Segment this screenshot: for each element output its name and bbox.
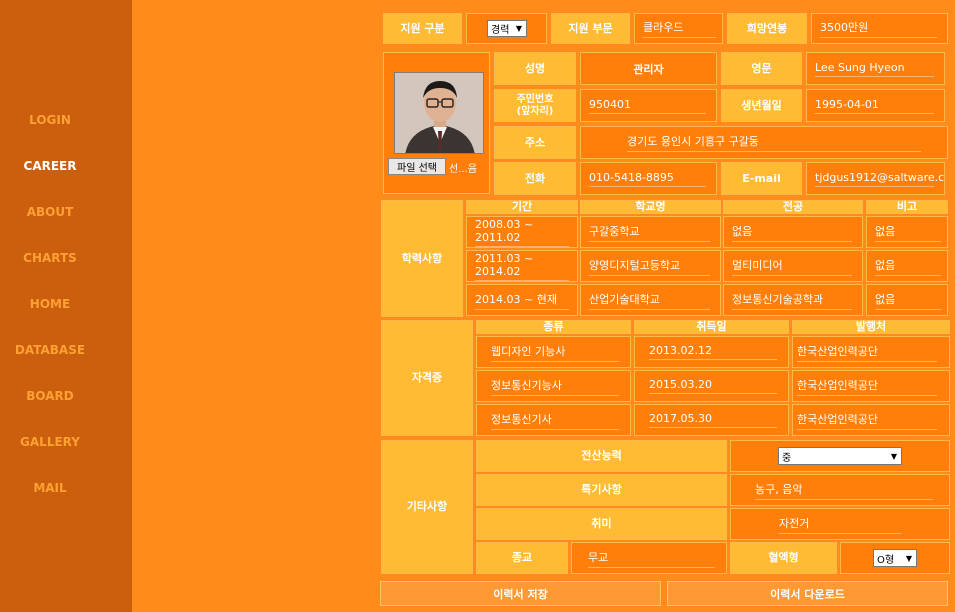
nav-login[interactable]: LOGIN	[0, 113, 100, 127]
edu-row-1-school[interactable]: 구갈중학교	[580, 216, 721, 248]
edu-row-2-note[interactable]: 없음	[866, 250, 948, 282]
phone-field[interactable]: 010-5418-8895	[580, 162, 717, 195]
religion-field[interactable]: 무교	[571, 542, 727, 574]
edu-row-3-major[interactable]: 정보통신기술공학과	[723, 284, 863, 316]
license-row-3-issuer[interactable]: 한국산업인력공단	[792, 404, 950, 436]
dropdown-arrow-icon: ▼	[515, 24, 522, 33]
special-skill-label: 특기사항	[476, 474, 727, 506]
edu-row-2-period[interactable]: 2011.03 ~ 2014.02	[466, 250, 578, 282]
nav-home[interactable]: HOME	[0, 297, 100, 311]
blood-type-label: 혈액형	[730, 542, 837, 574]
person-photo-icon	[395, 73, 483, 153]
special-skill-field[interactable]: 농구, 음악	[730, 474, 950, 506]
dropdown-arrow-icon: ▼	[905, 553, 912, 563]
license-row-1-date[interactable]: 2013.02.12	[634, 336, 789, 368]
etc-section-label: 기타사항	[381, 440, 473, 574]
nav-board[interactable]: BOARD	[0, 389, 100, 403]
apply-type-select[interactable]: 경력 ▼	[487, 20, 527, 37]
apply-dept-field[interactable]: 클라우드	[634, 13, 723, 44]
address-field[interactable]: 경기도 용인시 기흥구 구갈동	[580, 126, 948, 159]
rrn-field[interactable]: 950401	[580, 89, 717, 122]
apply-salary-label: 희망연봉	[727, 13, 807, 44]
edu-row-2-school[interactable]: 양영디지털고등학교	[580, 250, 721, 282]
license-row-3-date[interactable]: 2017.05.30	[634, 404, 789, 436]
dropdown-arrow-icon: ▼	[890, 451, 897, 461]
license-header-issuer: 발행처	[792, 320, 950, 334]
edu-header-note: 비고	[866, 200, 948, 214]
edu-row-3-period[interactable]: 2014.03 ~ 현재	[466, 284, 578, 316]
profile-photo	[394, 72, 484, 154]
license-row-2-type[interactable]: 정보통신기능사	[476, 370, 631, 402]
computer-skill-label: 전산능력	[476, 440, 727, 472]
nav-career[interactable]: CAREER	[0, 159, 100, 173]
nav-about[interactable]: ABOUT	[0, 205, 100, 219]
nav-database[interactable]: DATABASE	[0, 343, 100, 357]
phone-label: 전화	[494, 162, 576, 195]
edu-row-3-note[interactable]: 없음	[866, 284, 948, 316]
email-label: E-mail	[721, 162, 802, 195]
rrn-label: 주민번호 (앞자리)	[494, 89, 576, 122]
nav-charts[interactable]: CHARTS	[0, 251, 100, 265]
edu-header-major: 전공	[723, 200, 863, 214]
eng-name-field[interactable]: Lee Sung Hyeon	[806, 52, 945, 85]
license-header-type: 종류	[476, 320, 631, 334]
edu-row-1-major[interactable]: 없음	[723, 216, 863, 248]
name-label: 성명	[494, 52, 576, 85]
nav-gallery[interactable]: GALLERY	[0, 435, 100, 449]
edu-row-2-major[interactable]: 멀티미디어	[723, 250, 863, 282]
nav-mail[interactable]: MAIL	[0, 481, 100, 495]
name-value[interactable]: 관리자	[580, 52, 717, 85]
license-row-1-type[interactable]: 웹디자인 기능사	[476, 336, 631, 368]
apply-dept-label: 지원 부문	[551, 13, 630, 44]
download-resume-button[interactable]: 이력서 다운로드	[667, 581, 948, 606]
edu-row-3-school[interactable]: 산업기술대학교	[580, 284, 721, 316]
hobby-field[interactable]: 자전거	[730, 508, 950, 540]
religion-label: 종교	[476, 542, 568, 574]
license-row-3-type[interactable]: 정보통신기사	[476, 404, 631, 436]
file-status-text: 선...음	[449, 164, 477, 175]
file-select-button[interactable]: 파일 선택	[388, 158, 446, 175]
edu-row-1-period[interactable]: 2008.03 ~ 2011.02	[466, 216, 578, 248]
apply-salary-field[interactable]: 3500만원	[811, 13, 948, 44]
license-row-2-date[interactable]: 2015.03.20	[634, 370, 789, 402]
edu-row-1-note[interactable]: 없음	[866, 216, 948, 248]
save-resume-button[interactable]: 이력서 저장	[380, 581, 661, 606]
license-section-label: 자격증	[381, 320, 473, 436]
computer-skill-select[interactable]: 중 ▼	[778, 447, 902, 465]
birth-label: 생년월일	[721, 89, 802, 122]
birth-field[interactable]: 1995-04-01	[806, 89, 945, 122]
address-label: 주소	[494, 126, 576, 159]
edu-header-period: 기간	[466, 200, 578, 214]
hobby-label: 취미	[476, 508, 727, 540]
license-row-1-issuer[interactable]: 한국산업인력공단	[792, 336, 950, 368]
license-row-2-issuer[interactable]: 한국산업인력공단	[792, 370, 950, 402]
blood-type-select[interactable]: O형 ▼	[873, 549, 917, 567]
edu-header-school: 학교명	[580, 200, 721, 214]
eng-name-label: 영문	[721, 52, 802, 85]
apply-type-label: 지원 구분	[383, 13, 462, 44]
email-field[interactable]: tjdgus1912@saltware.co.kr	[806, 162, 945, 195]
education-section-label: 학력사항	[381, 200, 463, 317]
license-header-date: 취득일	[634, 320, 789, 334]
sidebar: LOGIN CAREER ABOUT CHARTS HOME DATABASE …	[0, 0, 132, 612]
